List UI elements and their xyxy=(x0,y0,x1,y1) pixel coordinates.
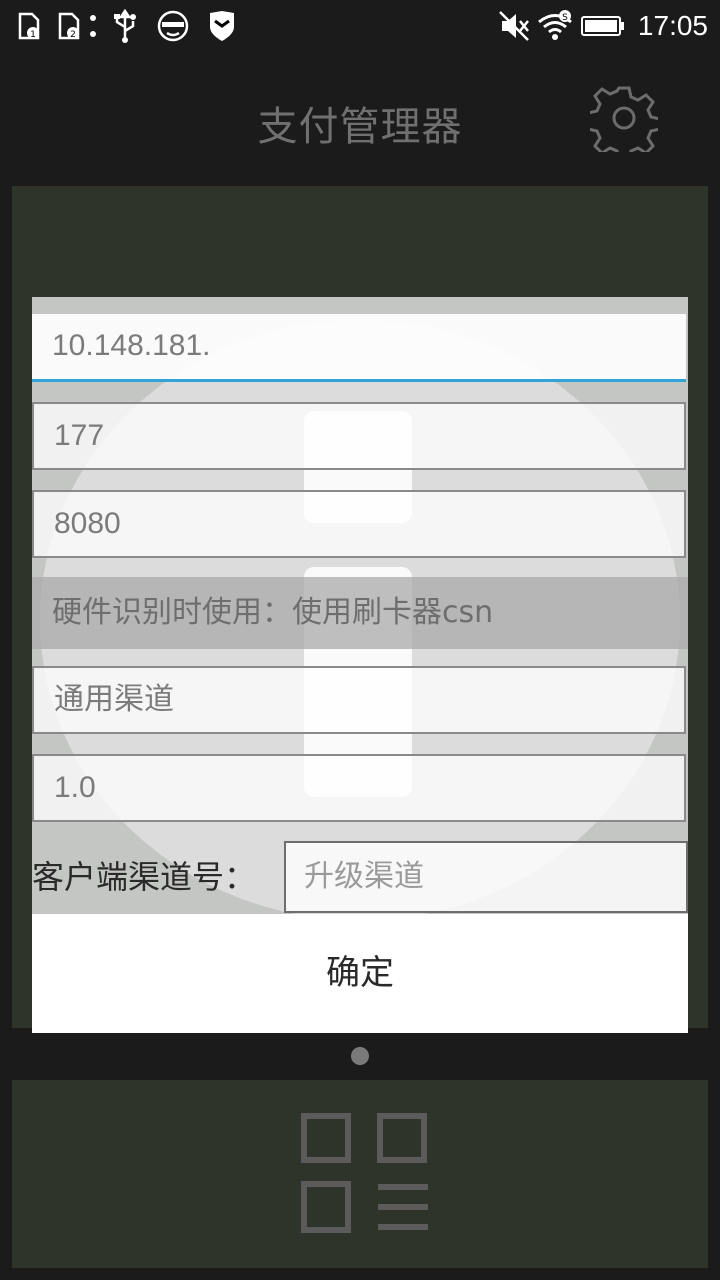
shield-icon xyxy=(204,8,240,44)
wifi-icon: S xyxy=(536,8,574,44)
ip-input[interactable]: 10.148.181. xyxy=(32,314,686,382)
version-input[interactable]: 1.0 xyxy=(32,754,686,822)
port-input[interactable]: 8080 xyxy=(32,490,686,558)
sim2-icon: 2 xyxy=(54,8,84,44)
svg-text:2: 2 xyxy=(70,30,76,40)
app-header: 支付管理器 xyxy=(0,52,720,184)
gear-icon[interactable] xyxy=(586,84,662,162)
usb-icon xyxy=(108,8,142,44)
client-channel-label: 客户端渠道号： xyxy=(32,858,257,896)
page-indicator xyxy=(351,1047,369,1065)
battery-icon xyxy=(580,8,626,44)
grid-apps-icon[interactable] xyxy=(300,1112,432,1236)
status-bar: 1 2 S 17:05 xyxy=(0,0,720,52)
client-channel-input[interactable]: 升级渠道 xyxy=(284,841,688,913)
server-config-dialog: 10.148.181. 177 8080 硬件识别时使用：使用刷卡器csn 通用… xyxy=(32,297,688,1033)
sim1-icon: 1 xyxy=(14,8,44,44)
face-mask-icon xyxy=(154,8,192,44)
clock: 17:05 xyxy=(637,10,708,41)
svg-text:S: S xyxy=(562,13,568,23)
confirm-button[interactable]: 确定 xyxy=(32,914,688,1033)
more-dots-icon xyxy=(86,8,100,44)
bottom-panel xyxy=(12,1080,708,1268)
channel-input[interactable]: 通用渠道 xyxy=(32,666,686,734)
client-channel-row: 客户端渠道号： 升级渠道 xyxy=(32,841,688,913)
svg-text:1: 1 xyxy=(30,30,36,40)
mute-icon xyxy=(496,8,532,44)
hardware-option[interactable]: 硬件识别时使用：使用刷卡器csn xyxy=(32,577,688,649)
ip-suffix-input[interactable]: 177 xyxy=(32,402,686,470)
